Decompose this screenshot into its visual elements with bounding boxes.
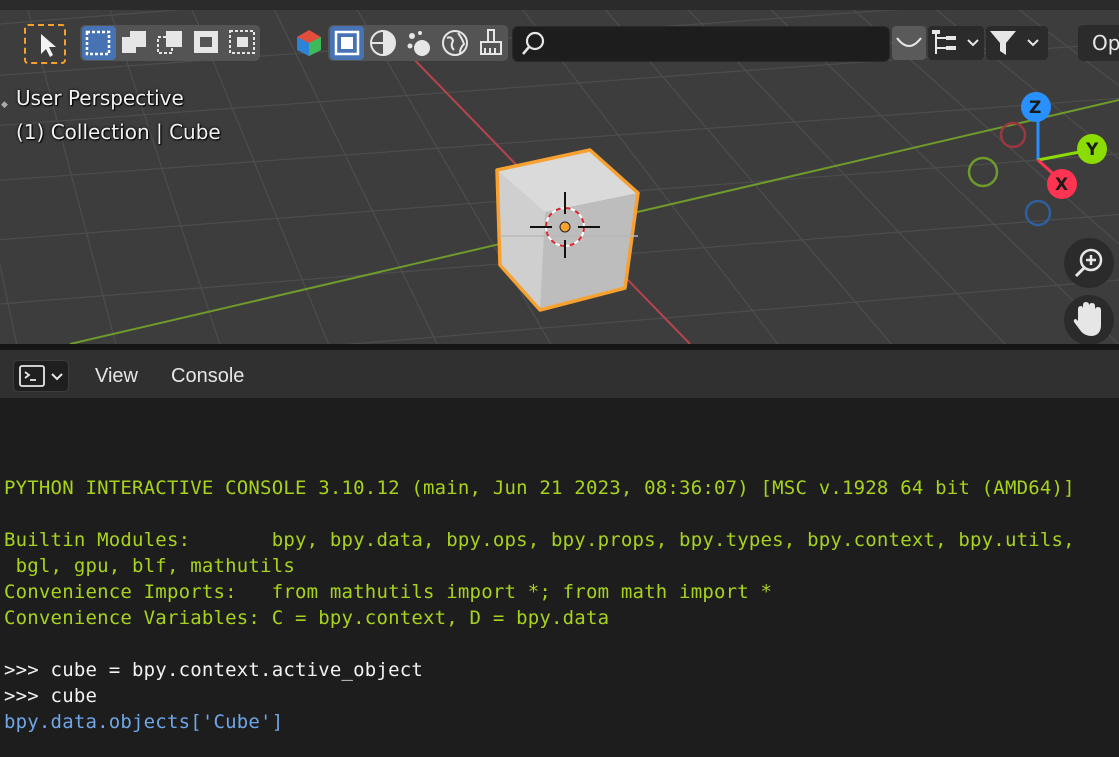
console-builtin-modules-cont: bgl, gpu, blf, mathutils (4, 555, 295, 577)
brush-icon (480, 29, 502, 55)
object-types-icon[interactable] (294, 28, 324, 58)
select-subtract-icon (157, 31, 182, 54)
console-variables-line: Convenience Variables: C = bpy.context, … (4, 607, 610, 629)
neg-y-axis-handle (967, 156, 999, 188)
tweak-tool-button[interactable] (24, 24, 66, 64)
paint-button[interactable] (474, 26, 508, 60)
search-icon (522, 31, 545, 55)
pan-button[interactable] (1064, 295, 1114, 344)
filter-funnel-icon (990, 31, 1039, 55)
zoom-in-icon (1074, 248, 1103, 278)
x-axis-label: X (1055, 175, 1068, 195)
select-extend-icon (122, 31, 146, 53)
toggle-selectability-button[interactable] (330, 26, 364, 60)
shading-sphere-icon (370, 30, 396, 56)
select-new-button[interactable] (82, 26, 116, 60)
zoom-button[interactable] (1064, 238, 1114, 288)
world-icon (442, 30, 468, 56)
world-button[interactable] (438, 26, 472, 60)
select-intersect-icon (229, 30, 255, 54)
neg-x-axis-handle (999, 121, 1027, 149)
header-menu-strip (0, 0, 1119, 10)
console-result-line: bpy.data.objects['Cube'] (4, 711, 284, 733)
z-axis-label: Z (1029, 98, 1041, 118)
console-header: View Console (0, 344, 1119, 398)
select-subtract-button[interactable] (154, 26, 188, 60)
navigation-gizmo: Z Y X (967, 92, 1107, 227)
search-input[interactable] (512, 26, 890, 62)
curve-icon (896, 37, 922, 47)
selectable-icon (334, 30, 360, 56)
display-mode-dropdown[interactable] (928, 26, 984, 60)
collection-info: (1) Collection | Cube (16, 120, 221, 144)
console-output[interactable]: PYTHON INTERACTIVE CONSOLE 3.10.12 (main… (0, 398, 1119, 757)
3d-viewport[interactable]: Z Y X Op User Perspective (1) Collection… (0, 0, 1119, 344)
hierarchy-icon (932, 30, 979, 54)
editor-type-dropdown[interactable] (13, 360, 69, 392)
sidebar-collapse-marker[interactable]: ◆ (1, 100, 8, 110)
menu-console[interactable]: Console (171, 365, 244, 388)
menu-view[interactable]: View (95, 365, 138, 388)
select-intersect-button[interactable] (226, 26, 260, 60)
select-invert-button[interactable] (190, 26, 224, 60)
operator-button-label: Op (1092, 31, 1119, 55)
view-name: User Perspective (16, 86, 184, 110)
filter-toggle-button[interactable] (892, 26, 926, 60)
console-input-line: >>> cube = bpy.context.active_object (4, 659, 424, 681)
select-extend-button[interactable] (118, 26, 152, 60)
viewport-shading-button[interactable] (366, 26, 400, 60)
hand-icon (1073, 302, 1101, 336)
filter-dropdown[interactable] (986, 26, 1048, 60)
console-input-line: >>> cube (4, 685, 98, 707)
console-editor-icon (19, 365, 63, 387)
particles-icon (407, 31, 430, 56)
select-box-icon (85, 30, 111, 56)
select-invert-icon (194, 31, 218, 53)
console-builtin-modules-line: Builtin Modules: bpy, bpy.data, bpy.ops,… (4, 529, 1075, 551)
console-banner-line: PYTHON INTERACTIVE CONSOLE 3.10.12 (main… (4, 477, 1075, 499)
console-imports-line: Convenience Imports: from mathutils impo… (4, 581, 773, 603)
particles-button[interactable] (402, 26, 436, 60)
y-axis-label: Y (1085, 140, 1099, 160)
operator-button[interactable]: Op (1078, 25, 1119, 61)
cursor-icon (41, 34, 56, 57)
